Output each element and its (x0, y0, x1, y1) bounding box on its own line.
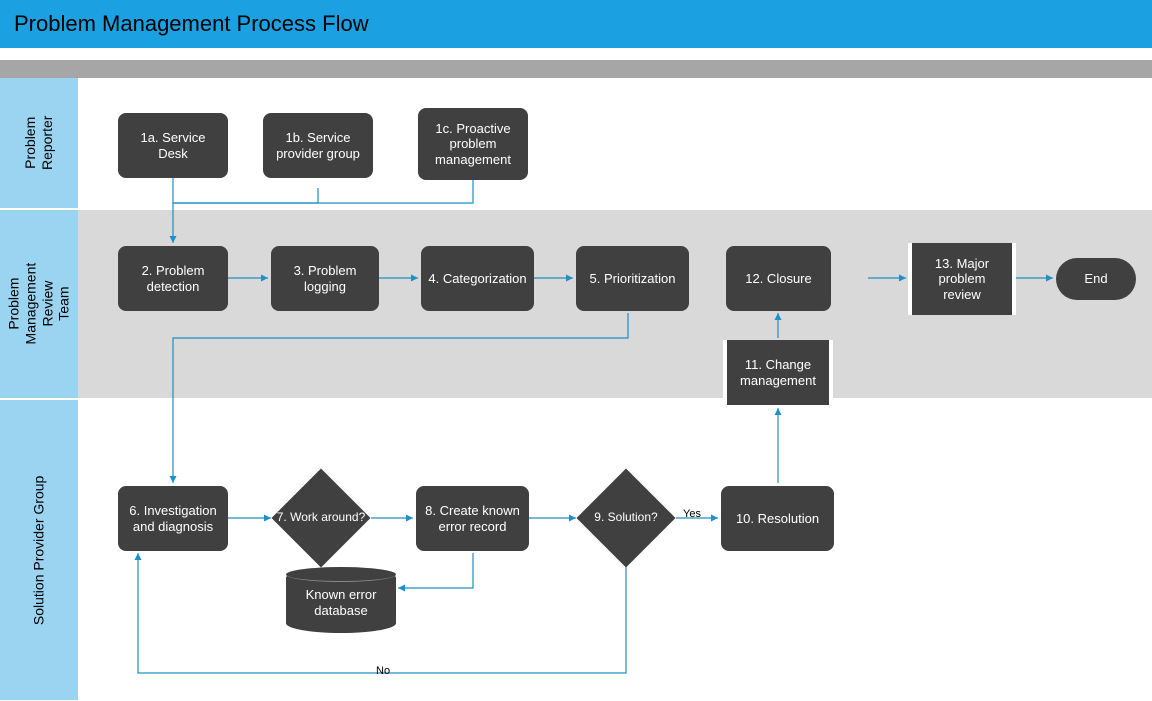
node-db-known-error: Known error database (286, 568, 396, 633)
node-4-categorization: 4. Categorization (421, 246, 534, 311)
node-7-workaround: 7. Work around? (271, 488, 371, 548)
node-2-detection: 2. Problem detection (118, 246, 228, 311)
node-1a-service-desk: 1a. Service Desk (118, 113, 228, 178)
lane-solution: Solution Provider Group (0, 400, 78, 700)
edge-yes: Yes (683, 508, 701, 520)
title-text: Problem Management Process Flow (14, 11, 369, 37)
page-title: Problem Management Process Flow (0, 0, 1152, 48)
edge-no: No (376, 665, 390, 677)
node-12-closure: 12. Closure (726, 246, 831, 311)
node-end: End (1056, 258, 1136, 300)
node-1c-proactive: 1c. Proactive problem management (418, 108, 528, 180)
node-9-solution: 9. Solution? (576, 488, 676, 548)
node-5-prioritization: 5. Prioritization (576, 246, 689, 311)
swimlane-labels: Problem Reporter Problem Management Revi… (0, 78, 78, 701)
node-10-resolution: 10. Resolution (721, 486, 834, 551)
node-6-investigation: 6. Investigation and diagnosis (118, 486, 228, 551)
node-11-change-mgmt: 11. Change management (723, 340, 833, 405)
node-8-error-record: 8. Create known error record (416, 486, 529, 551)
header-divider (0, 60, 1152, 78)
lane-reporter: Problem Reporter (0, 78, 78, 208)
lane-review: Problem Management Review Team (0, 210, 78, 398)
node-3-logging: 3. Problem logging (271, 246, 379, 311)
diagram-canvas: 1a. Service Desk 1b. Service provider gr… (78, 78, 1152, 701)
node-1b-service-provider-group: 1b. Service provider group (263, 113, 373, 178)
node-13-review: 13. Major problem review (908, 243, 1016, 315)
